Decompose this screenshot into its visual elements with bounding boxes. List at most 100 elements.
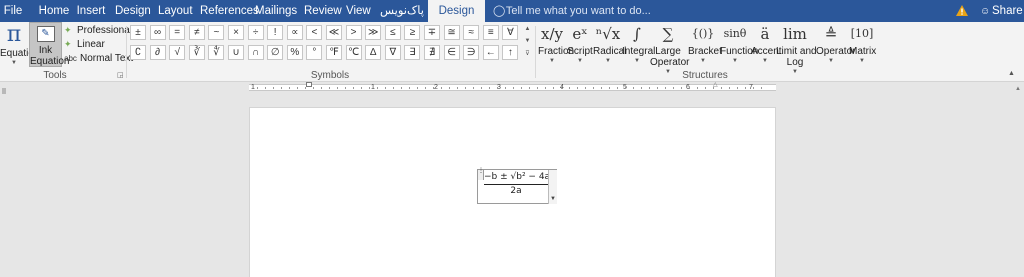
symbol-button[interactable]: ~ <box>208 25 225 40</box>
symbols-scroll-down[interactable]: ▼ <box>523 38 532 50</box>
collapse-ribbon-icon[interactable]: ▲ <box>1008 70 1015 77</box>
normal-text-option[interactable]: abc Normal Text <box>64 52 133 65</box>
symbol-button[interactable]: ± <box>130 25 146 40</box>
equation-label: Equation <box>0 48 40 59</box>
tab-insert[interactable]: Insert <box>76 0 106 22</box>
symbol-button[interactable]: % <box>286 45 303 60</box>
symbol-button[interactable]: ° <box>306 45 323 60</box>
share-button[interactable]: ☺ Share <box>980 0 1023 22</box>
symbol-button[interactable]: ← <box>482 45 499 60</box>
symbol-button[interactable]: ∂ <box>149 45 166 60</box>
structure-radical-button[interactable]: ⁿ√x Radical ▼ <box>593 22 626 65</box>
chevron-down-icon: ▼ <box>605 58 611 64</box>
structure-matrix-button[interactable]: [10] Matrix ▼ <box>849 22 876 65</box>
symbol-button[interactable]: ∀ <box>502 25 519 40</box>
horizontal-ruler[interactable]: △ 11234567 <box>249 82 776 91</box>
symbol-button[interactable]: ℉ <box>326 45 342 60</box>
ruler-tick <box>321 87 322 89</box>
symbol-button[interactable]: > <box>345 25 362 40</box>
ink-equation-button[interactable]: ✎ Ink Equation <box>29 22 69 67</box>
symbol-button[interactable]: × <box>228 25 244 40</box>
symbol-button[interactable]: ≅ <box>443 25 460 40</box>
tab-home[interactable]: Home <box>34 0 74 22</box>
tab-design[interactable]: Design <box>115 0 151 22</box>
symbol-button[interactable]: √ <box>169 45 186 60</box>
professional-option[interactable]: ✦ Professional <box>64 24 132 37</box>
symbol-button[interactable]: ∄ <box>424 45 440 60</box>
dialog-launcher-icon[interactable]: ◲ <box>117 71 124 79</box>
symbol-button[interactable]: = <box>169 25 186 40</box>
symbol-button[interactable]: ∈ <box>443 45 460 60</box>
structure-function-button[interactable]: sinθ Function ▼ <box>720 22 758 65</box>
symbol-button[interactable]: ∁ <box>130 45 146 60</box>
symbol-button[interactable]: ∋ <box>463 45 480 60</box>
ruler-tick <box>481 87 482 89</box>
symbol-button[interactable]: ∜ <box>208 45 225 60</box>
symbol-button[interactable]: ∅ <box>267 45 284 60</box>
ruler-tick <box>649 87 650 89</box>
ruler-tick <box>745 87 746 89</box>
tell-me-search[interactable]: ◯ Tell me what you want to do... <box>493 0 651 22</box>
structure-operator-button[interactable]: ≜ Operator ▼ <box>816 22 855 65</box>
structure-fraction-button[interactable]: x/y Fraction ▼ <box>538 22 574 65</box>
symbol-button[interactable]: ∓ <box>424 25 440 40</box>
ruler-tick <box>593 87 594 89</box>
ruler-tick <box>569 87 570 89</box>
equation-numerator: −b ± √b² − 4ac <box>484 172 556 182</box>
symbol-button[interactable]: ∛ <box>188 45 205 60</box>
ruler-tick <box>697 87 698 89</box>
symbol-button[interactable]: ∇ <box>384 45 401 60</box>
equation-button[interactable]: π Equation ▼ <box>0 22 40 67</box>
symbol-button[interactable]: ∩ <box>247 45 264 60</box>
symbol-button[interactable]: ≥ <box>404 25 421 40</box>
tab-equation-design[interactable]: Design <box>428 0 485 22</box>
symbol-button[interactable]: ≫ <box>365 25 382 40</box>
symbol-button[interactable]: ≠ <box>188 25 205 40</box>
symbol-button[interactable]: ∆ <box>365 45 382 60</box>
symbol-button[interactable]: ∪ <box>228 45 244 60</box>
equation-container[interactable]: ⋮ −b ± √b² − 4ac 2a ▼ <box>477 168 557 204</box>
tab-layout[interactable]: Layout <box>158 0 193 22</box>
indent-marker-icon[interactable] <box>306 82 312 87</box>
structure-integral-button[interactable]: ∫ Integral ▼ <box>622 22 656 65</box>
tab-view[interactable]: View <box>346 0 371 22</box>
tab-references[interactable]: References <box>200 0 259 22</box>
warning-icon[interactable] <box>956 5 968 16</box>
symbol-button[interactable]: ℃ <box>345 45 362 60</box>
structure-limit-and-log-button[interactable]: lim Limit and Log ▼ <box>776 22 817 76</box>
tab-pak-nevis[interactable]: پاک‌نویس <box>380 0 424 22</box>
ruler-tick <box>441 87 442 89</box>
equation-options-button[interactable]: ▼ <box>548 170 557 204</box>
vertical-scrollbar[interactable]: ▲ <box>1014 84 1024 277</box>
scroll-up-arrow[interactable]: ▲ <box>1015 86 1021 92</box>
symbol-button[interactable]: ↑ <box>502 45 519 60</box>
ruler-tick <box>305 87 306 89</box>
structure-label: Bracket <box>688 46 722 57</box>
tab-review[interactable]: Review <box>304 0 342 22</box>
chevron-down-icon: ▼ <box>549 58 555 64</box>
linear-option[interactable]: ✦ Linear <box>64 38 105 51</box>
symbol-button[interactable]: ≪ <box>326 25 342 40</box>
structure-script-button[interactable]: eˣ Script ▼ <box>566 22 594 65</box>
symbol-button[interactable]: < <box>306 25 323 40</box>
structure-label: Integral <box>622 46 656 57</box>
tab-file[interactable]: File <box>0 0 26 22</box>
symbol-button[interactable]: ÷ <box>247 25 264 40</box>
symbol-button[interactable]: ∝ <box>286 25 303 40</box>
structure-large-operator-button[interactable]: ∑ Large Operator ▼ <box>650 22 689 76</box>
structure-large-icon: ∑ <box>662 25 674 43</box>
tab-mailings[interactable]: Mailings <box>255 0 297 22</box>
symbols-more[interactable]: ⊽ <box>523 50 532 62</box>
symbol-button[interactable]: ≤ <box>384 25 401 40</box>
vertical-ruler[interactable] <box>0 84 8 277</box>
symbol-button[interactable]: ∞ <box>149 25 166 40</box>
symbols-scroll-up[interactable]: ▲ <box>523 26 532 38</box>
ruler-tick <box>561 87 562 89</box>
symbol-button[interactable]: ≈ <box>463 25 480 40</box>
symbol-button[interactable]: ∃ <box>404 45 421 60</box>
ruler-tick <box>721 87 722 89</box>
structure-bracket-button[interactable]: {()} Bracket ▼ <box>688 22 722 65</box>
symbol-button[interactable]: ≡ <box>482 25 499 40</box>
symbol-button[interactable]: ! <box>267 25 284 40</box>
structure-accent-button[interactable]: ä Accent ▼ <box>751 22 782 65</box>
